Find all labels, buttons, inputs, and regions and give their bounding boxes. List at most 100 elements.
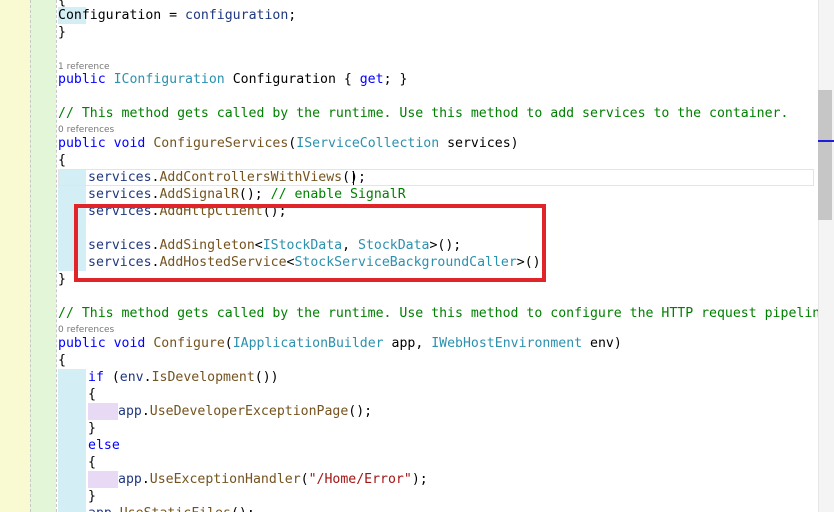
- code-token: services): [439, 136, 519, 151]
- code-line[interactable]: public IConfiguration Configuration { ge…: [58, 71, 407, 88]
- indent-guide: [58, 403, 86, 420]
- code-editor[interactable]: { Configuration = configuration;} public I…: [0, 0, 818, 512]
- code-token: .: [141, 472, 150, 487]
- indent-guide: [88, 471, 118, 488]
- code-line[interactable]: }: [88, 488, 96, 505]
- indent-guide: [88, 403, 118, 420]
- indent-guide: [58, 369, 86, 386]
- saved-changes-gutter: [30, 0, 56, 512]
- code-token: get: [359, 72, 384, 87]
- code-token: (: [103, 370, 120, 385]
- code-token: }: [58, 272, 66, 287]
- code-token: ; }: [383, 72, 408, 87]
- code-token: UseStaticFiles: [120, 506, 231, 512]
- indent-guide: [58, 454, 86, 471]
- code-token: {: [88, 455, 96, 470]
- code-token: AddSignalR: [159, 187, 239, 202]
- code-token: // This method gets called by the runtim…: [58, 306, 818, 321]
- code-token: ();: [348, 404, 373, 419]
- code-line[interactable]: // This method gets called by the runtim…: [58, 305, 818, 322]
- code-token: // This method gets called by the runtim…: [58, 106, 789, 121]
- code-line[interactable]: public void ConfigureServices(IServiceCo…: [58, 135, 519, 152]
- code-token: (: [224, 336, 233, 351]
- code-token: else: [88, 438, 120, 453]
- indent-guide: [58, 386, 86, 403]
- code-token: =: [161, 8, 186, 23]
- code-token: ()): [254, 370, 279, 385]
- annotation-highlight-box: [74, 204, 546, 282]
- code-token: {: [88, 387, 96, 402]
- change-tracking-gutter: [0, 0, 30, 512]
- indent-guide: [58, 186, 86, 203]
- code-line[interactable]: // This method gets called by the runtim…: [58, 105, 788, 122]
- code-token: (: [300, 472, 309, 487]
- code-token: app: [118, 472, 142, 487]
- code-token: if: [88, 370, 104, 385]
- current-line-highlight: [58, 169, 814, 186]
- code-token: app: [118, 404, 142, 419]
- code-token: public: [58, 336, 106, 351]
- code-line[interactable]: if (env.IsDevelopment()): [88, 369, 279, 386]
- code-line[interactable]: {: [58, 152, 66, 169]
- code-token: configuration: [185, 8, 289, 23]
- code-token: void: [113, 336, 146, 351]
- code-token: app,: [383, 336, 432, 351]
- code-token: IApplicationBuilder: [232, 336, 384, 351]
- code-line[interactable]: public void Configure(IApplicationBuilde…: [58, 335, 622, 352]
- code-token: }: [88, 421, 96, 436]
- code-line[interactable]: app.UseExceptionHandler("/Home/Error");: [118, 471, 428, 488]
- code-token: // enable SignalR: [270, 187, 406, 202]
- indent-guide: [58, 505, 86, 512]
- code-token: public: [58, 136, 106, 151]
- code-token: void: [113, 136, 146, 151]
- code-line[interactable]: Configuration = configuration;: [58, 7, 296, 24]
- code-token: UseExceptionHandler: [149, 472, 301, 487]
- code-line[interactable]: app.UseStaticFiles();: [88, 505, 255, 512]
- indent-guide: [58, 471, 86, 488]
- codelens-reference-count[interactable]: 1 reference: [58, 62, 110, 72]
- gutter-divider: [30, 0, 31, 512]
- code-token: }: [58, 25, 66, 40]
- code-token: IsDevelopment: [151, 370, 255, 385]
- code-token: ();: [231, 506, 255, 512]
- code-line[interactable]: else: [88, 437, 120, 454]
- code-token: .: [141, 404, 150, 419]
- code-token: IConfiguration: [113, 72, 225, 87]
- code-line[interactable]: }: [58, 24, 66, 41]
- code-line[interactable]: }: [88, 420, 96, 437]
- code-line[interactable]: services.AddSignalR(); // enable SignalR: [88, 186, 406, 203]
- text-caret: [353, 171, 354, 185]
- code-line[interactable]: {: [88, 386, 96, 403]
- vertical-scrollbar[interactable]: [818, 0, 834, 512]
- codelens-reference-count[interactable]: 0 references: [58, 325, 114, 335]
- indent-guide: [58, 437, 86, 454]
- indent-guide: [58, 420, 86, 437]
- code-token: IWebHostEnvironment: [431, 336, 583, 351]
- code-token: app: [88, 506, 112, 512]
- code-token: {: [58, 353, 66, 368]
- codelens-reference-count[interactable]: 0 references: [58, 125, 114, 135]
- code-token: ;: [288, 8, 297, 23]
- code-token: }: [88, 489, 96, 504]
- code-line[interactable]: {: [88, 454, 96, 471]
- code-token: Configuration {: [224, 72, 360, 87]
- code-line[interactable]: app.UseDeveloperExceptionPage();: [118, 403, 372, 420]
- scrollbar-caret-marker: [818, 140, 834, 142]
- code-token: Configure: [153, 336, 225, 351]
- code-token: services: [88, 187, 152, 202]
- code-token: .: [112, 506, 120, 512]
- code-line[interactable]: }: [58, 271, 66, 288]
- code-token: UseDeveloperExceptionPage: [149, 404, 349, 419]
- indent-guide: [58, 488, 86, 505]
- code-line[interactable]: {: [58, 352, 66, 369]
- scrollbar-thumb[interactable]: [818, 90, 832, 220]
- gutter-divider: [56, 0, 57, 512]
- code-token: );: [411, 472, 428, 487]
- code-token: IServiceCollection: [296, 136, 440, 151]
- code-token: "/Home/Error": [308, 472, 412, 487]
- code-token: .: [143, 370, 152, 385]
- code-token: ConfigureServices: [153, 136, 289, 151]
